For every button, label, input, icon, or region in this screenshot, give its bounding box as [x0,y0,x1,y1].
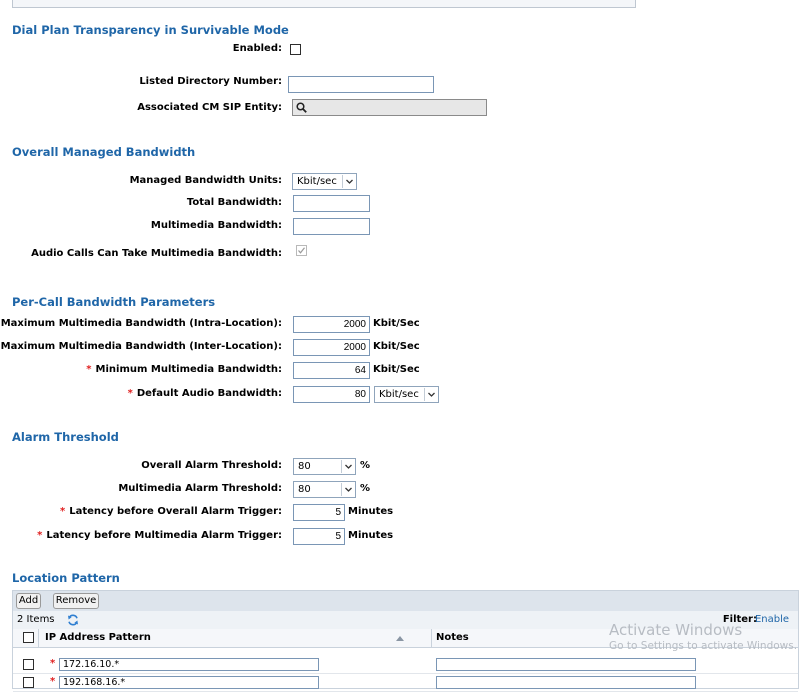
column-divider [38,629,39,647]
chevron-down-icon [341,483,354,496]
multimedia-alarm-select[interactable]: 80 [293,481,356,498]
enabled-checkbox[interactable] [290,44,301,55]
chevron-down-icon [424,388,437,401]
notes-input[interactable] [436,676,696,689]
multimedia-bandwidth-input[interactable] [293,218,370,235]
activation-watermark-subtitle: Go to Settings to activate Windows. [609,640,798,652]
overall-alarm-label: Overall Alarm Threshold: [141,460,282,471]
latency-multimedia-input[interactable] [293,528,345,545]
column-header-notes[interactable]: Notes [436,632,469,643]
sip-entity-label: Associated CM SIP Entity: [137,102,282,113]
search-icon [296,102,307,113]
total-bandwidth-label: Total Bandwidth: [186,197,282,208]
location-pattern-toolbar: Add Remove [13,591,798,612]
column-header-ip-pattern[interactable]: IP Address Pattern [45,632,151,643]
items-count: 2 Items [17,614,55,625]
audio-calls-label: Audio Calls Can Take Multimedia Bandwidt… [31,248,282,259]
refresh-icon[interactable] [67,614,79,626]
activation-watermark-title: Activate Windows [609,621,743,639]
max-inter-input[interactable] [293,339,370,356]
latency-multimedia-label: * Latency before Multimedia Alarm Trigger… [37,530,282,541]
column-divider [431,629,432,647]
units-select[interactable]: Kbit/sec [292,173,357,190]
section-title-per-call: Per-Call Bandwidth Parameters [12,295,216,309]
max-inter-unit: Kbit/Sec [373,341,420,352]
overall-alarm-value: 80 [298,461,311,472]
units-select-value: Kbit/sec [297,176,337,187]
enabled-label: Enabled: [232,43,282,54]
required-marker: * [50,658,56,669]
multimedia-alarm-value: 80 [298,484,311,495]
sort-ascending-icon[interactable] [396,635,404,641]
required-marker: * [50,676,56,687]
latency-overall-input[interactable] [293,504,345,521]
remove-button[interactable]: Remove [53,593,99,609]
top-panel-edge [12,0,636,8]
default-audio-label: * Default Audio Bandwidth: [127,388,282,399]
units-label: Managed Bandwidth Units: [129,175,282,186]
sip-entity-search-field[interactable] [292,99,487,116]
ip-pattern-input[interactable]: 172.16.10.* [59,658,319,671]
latency-overall-label: * Latency before Overall Alarm Trigger: [60,506,282,517]
default-audio-unit-value: Kbit/sec [379,389,419,400]
ldn-label: Listed Directory Number: [139,76,282,87]
table-row: * 172.16.10.* [13,657,798,674]
required-marker: * [86,364,92,375]
section-title-alarm: Alarm Threshold [12,430,119,444]
max-intra-input[interactable] [293,316,370,333]
min-multimedia-input[interactable] [293,362,370,379]
chevron-down-icon [341,460,354,473]
checkmark-icon [298,247,305,254]
overall-alarm-select[interactable]: 80 [293,458,356,475]
ip-pattern-input[interactable]: 192.168.16.* [59,676,319,689]
required-marker: * [60,506,66,517]
max-inter-label: Maximum Multimedia Bandwidth (Inter-Loca… [0,341,282,352]
required-marker: * [127,388,133,399]
select-all-checkbox[interactable] [23,632,34,643]
max-intra-unit: Kbit/Sec [373,318,420,329]
overall-alarm-percent: % [360,460,371,471]
ldn-input[interactable] [288,76,434,93]
multimedia-alarm-percent: % [360,483,371,494]
table-row: * 192.168.16.* [13,675,798,692]
default-audio-input[interactable] [293,386,370,403]
section-title-bandwidth: Overall Managed Bandwidth [12,145,196,159]
notes-input[interactable] [436,658,696,671]
multimedia-alarm-label: Multimedia Alarm Threshold: [118,483,282,494]
multimedia-bandwidth-label: Multimedia Bandwidth: [150,220,282,231]
min-multimedia-label: * Minimum Multimedia Bandwidth: [86,364,282,375]
row-checkbox[interactable] [23,677,34,688]
section-title-dial-plan: Dial Plan Transparency in Survivable Mod… [12,23,289,37]
section-title-location-pattern: Location Pattern [12,571,120,585]
add-button[interactable]: Add [16,593,41,609]
max-intra-label: Maximum Multimedia Bandwidth (Intra-Loca… [0,318,282,329]
audio-calls-checkbox[interactable] [296,245,307,256]
required-marker: * [37,530,43,541]
latency-multimedia-unit: Minutes [348,530,394,541]
default-audio-unit-select[interactable]: Kbit/sec [374,386,439,403]
filter-enable-link[interactable]: Enable [755,614,789,625]
row-checkbox[interactable] [23,659,34,670]
total-bandwidth-input[interactable] [293,195,370,212]
min-multimedia-unit: Kbit/Sec [373,364,420,375]
latency-overall-unit: Minutes [348,506,394,517]
chevron-down-icon [342,175,355,188]
